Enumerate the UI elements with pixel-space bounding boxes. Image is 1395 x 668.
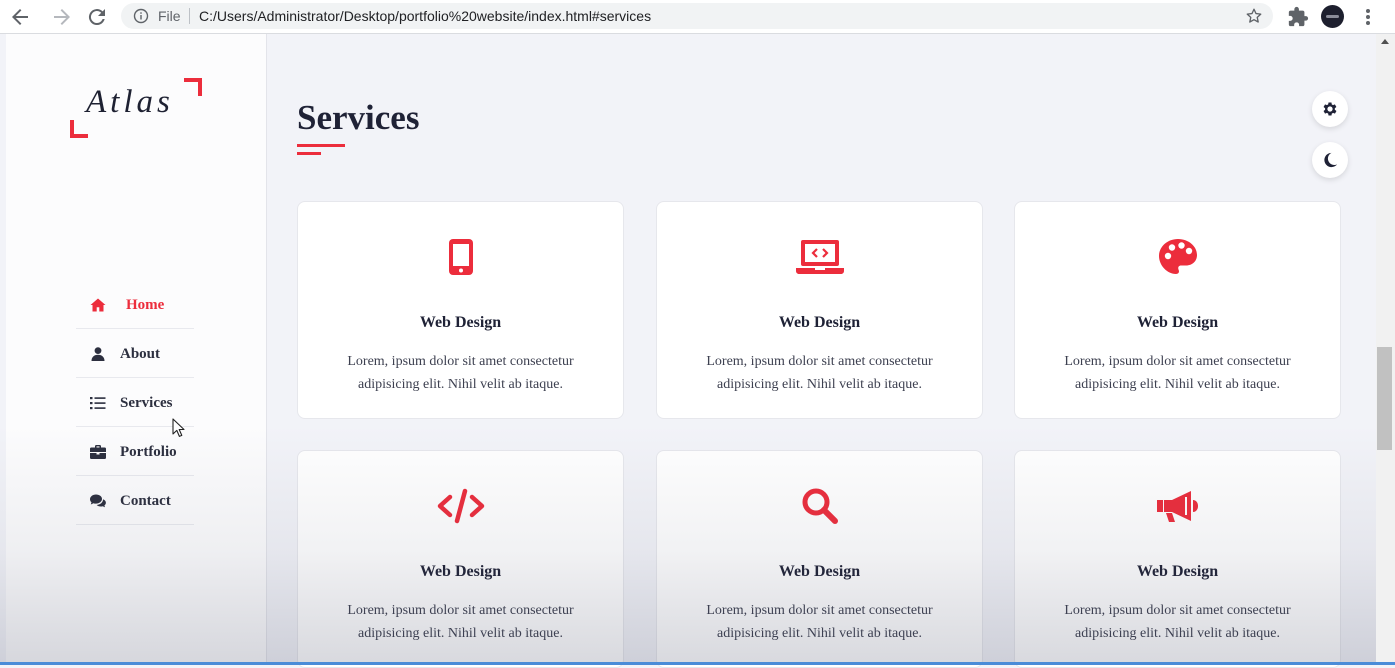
file-label: File <box>158 8 181 24</box>
card-title: Web Design <box>778 314 861 331</box>
url-text[interactable]: C:/Users/Administrator/Desktop/portfolio… <box>199 8 651 24</box>
divider <box>189 8 190 24</box>
palette-icon <box>1158 239 1197 274</box>
reload-icon[interactable] <box>85 5 109 29</box>
card-title: Web Design <box>419 314 502 331</box>
back-arrow-icon[interactable] <box>8 5 32 29</box>
service-card: Web Design Lorem, ipsum dolor sit amet c… <box>297 450 624 668</box>
sidebar-item-label: Contact <box>120 493 171 509</box>
card-text: Lorem, ipsum dolor sit amet consectetur … <box>1064 354 1291 392</box>
card-text: Lorem, ipsum dolor sit amet consectetur … <box>1064 603 1291 641</box>
card-icon-wrap <box>657 487 982 527</box>
card-text: Lorem, ipsum dolor sit amet consectetur … <box>706 603 933 641</box>
page-title: Services <box>297 98 420 137</box>
sidebar-item-label: Portfolio <box>120 444 177 460</box>
card-icon-wrap <box>1015 238 1340 278</box>
browser-toolbar: File C:/Users/Administrator/Desktop/port… <box>0 0 1395 34</box>
moon-icon <box>1324 152 1338 168</box>
card-icon-wrap <box>298 487 623 527</box>
card-title: Web Design <box>1136 563 1219 580</box>
logo[interactable]: Atlas <box>70 78 202 138</box>
service-card: Web Design Lorem, ipsum dolor sit amet c… <box>656 201 983 419</box>
profile-avatar[interactable] <box>1321 5 1344 28</box>
user-icon <box>91 347 105 361</box>
sidebar-item-label: About <box>120 346 161 362</box>
service-card: Web Design Lorem, ipsum dolor sit amet c… <box>656 450 983 668</box>
comments-icon <box>90 494 106 508</box>
logo-corner-top-right <box>184 78 202 96</box>
code-icon <box>437 488 484 524</box>
briefcase-icon <box>90 445 106 459</box>
scroll-up-arrow-icon[interactable] <box>1381 39 1389 44</box>
sidebar-item-label: Home <box>126 297 165 313</box>
card-icon-wrap <box>657 238 982 278</box>
card-icon-wrap <box>298 238 623 278</box>
service-card: Web Design Lorem, ipsum dolor sit amet c… <box>1014 450 1341 668</box>
mouse-cursor-icon <box>172 418 185 437</box>
card-title: Web Design <box>1136 314 1219 331</box>
mobile-icon <box>448 239 473 275</box>
forward-arrow-icon[interactable] <box>50 5 74 29</box>
sidebar-item-contact[interactable]: Contact <box>76 476 194 525</box>
service-card: Web Design Lorem, ipsum dolor sit amet c… <box>1014 201 1341 419</box>
sidebar-menu: Home About Services Portfolio Contact <box>76 280 194 525</box>
dark-mode-toggle[interactable] <box>1312 142 1348 178</box>
logo-corner-bottom-left <box>70 120 88 138</box>
search-icon <box>802 488 838 524</box>
card-text: Lorem, ipsum dolor sit amet consectetur … <box>347 603 574 641</box>
title-underline <box>297 144 345 147</box>
gear-icon <box>1323 102 1337 116</box>
extensions-puzzle-icon[interactable] <box>1287 6 1309 28</box>
settings-button[interactable] <box>1312 91 1348 127</box>
info-icon[interactable] <box>133 8 149 24</box>
title-underline-short <box>297 152 321 155</box>
sidebar: Atlas Home About Services Portfolio Cont… <box>6 34 267 665</box>
sidebar-item-label: Services <box>120 395 173 411</box>
list-icon <box>90 397 106 410</box>
bookmark-star-icon[interactable] <box>1245 7 1263 25</box>
laptop-code-icon <box>795 240 844 274</box>
bullhorn-icon <box>1156 491 1198 522</box>
sidebar-item-home[interactable]: Home <box>76 280 194 329</box>
more-menu-icon[interactable] <box>1358 6 1378 28</box>
card-text: Lorem, ipsum dolor sit amet consectetur … <box>706 354 933 392</box>
card-title: Web Design <box>778 563 861 580</box>
sidebar-item-about[interactable]: About <box>76 329 194 378</box>
card-icon-wrap <box>1015 487 1340 527</box>
scrollbar-thumb[interactable] <box>1377 347 1392 450</box>
card-title: Web Design <box>419 563 502 580</box>
card-text: Lorem, ipsum dolor sit amet consectetur … <box>347 354 574 392</box>
home-icon <box>90 298 106 312</box>
logo-text: Atlas <box>86 84 174 120</box>
address-bar[interactable]: File C:/Users/Administrator/Desktop/port… <box>121 3 1273 29</box>
service-card: Web Design Lorem, ipsum dolor sit amet c… <box>297 201 624 419</box>
